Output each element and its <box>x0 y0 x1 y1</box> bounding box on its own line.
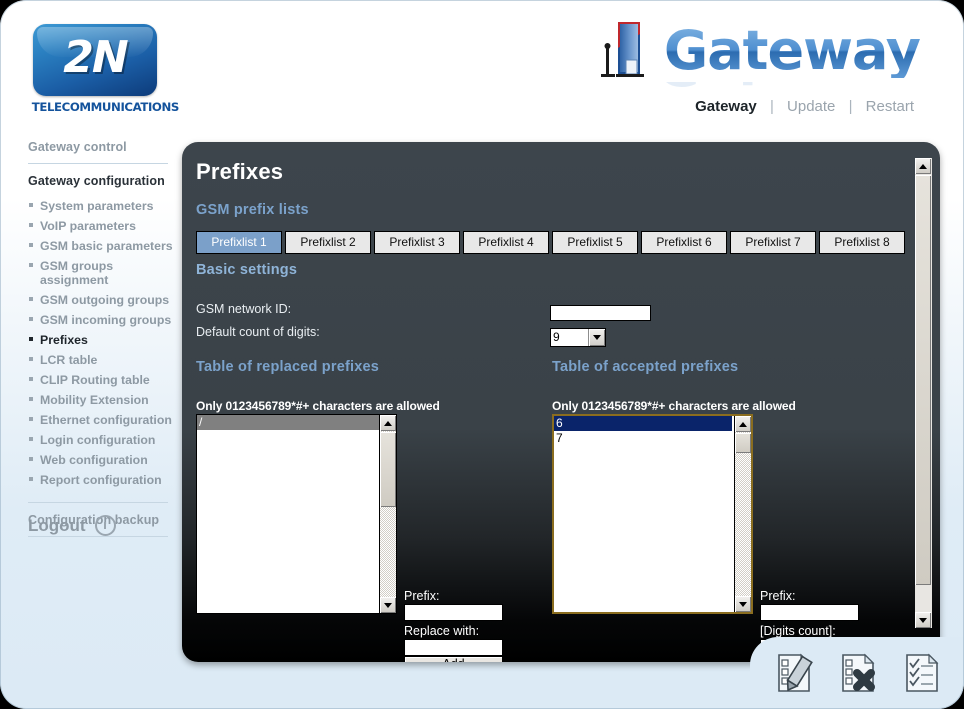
label-replaced-prefix: Prefix: <box>404 589 440 603</box>
default-count-of-digits-select[interactable]: 9 <box>550 328 606 347</box>
sidebar-item-gsm-outgoing-groups[interactable]: GSM outgoing groups <box>28 290 182 310</box>
tab-prefixlist-1[interactable]: Prefixlist 1 <box>196 231 282 254</box>
header-separator-2: | <box>848 98 853 115</box>
hint-replaced-allowed-chars: Only 0123456789*#+ characters are allowe… <box>196 399 440 413</box>
sidebar-group-gateway-configuration: Gateway configuration <box>28 174 165 188</box>
apply-checklist-icon[interactable] <box>899 651 943 695</box>
label-accepted-prefix: Prefix: <box>760 589 796 603</box>
sidebar-item-gsm-groups-assignment[interactable]: GSM groups assignment <box>28 256 136 290</box>
sidebar-item-report-configuration[interactable]: Report configuration <box>28 470 182 490</box>
product-brand: Gateway <box>596 18 921 84</box>
tab-prefixlist-6[interactable]: Prefixlist 6 <box>641 231 727 254</box>
gateway-tower-icon <box>596 18 654 84</box>
tab-prefixlist-3[interactable]: Prefixlist 3 <box>374 231 460 254</box>
accepted-listbox-scrollbar[interactable] <box>734 416 751 612</box>
sidebar-group-gateway-control[interactable]: Gateway control <box>28 140 182 154</box>
action-toolbar <box>750 637 964 709</box>
page-title: Prefixes <box>196 159 284 184</box>
sidebar-item-clip-routing-table[interactable]: CLIP Routing table <box>28 370 182 390</box>
tab-prefixlist-2[interactable]: Prefixlist 2 <box>285 231 371 254</box>
logo-subtitle: TELECOMMUNICATIONS <box>31 100 180 114</box>
replaced-prefixes-items: / <box>197 415 379 613</box>
gsm-network-id-input[interactable] <box>550 305 651 321</box>
sidebar-item-voip-parameters[interactable]: VoIP parameters <box>28 216 182 236</box>
replaced-listbox-scrollbar[interactable] <box>379 415 396 613</box>
header-link-update[interactable]: Update <box>781 98 841 115</box>
sidebar-divider-2 <box>28 502 168 503</box>
label-gsm-network-id: GSM network ID: <box>196 302 292 316</box>
section-title-gsm-prefix-lists: GSM prefix lists <box>196 202 309 218</box>
logo-text: 2N <box>63 32 128 83</box>
scroll-down-icon[interactable] <box>735 596 751 612</box>
sidebar-item-system-parameters[interactable]: System parameters <box>28 196 182 216</box>
header-separator-1: | <box>769 98 774 115</box>
logo-2n: 2N TELECOMMUNICATIONS <box>31 24 180 116</box>
power-icon <box>94 515 116 536</box>
logout-label: Logout <box>28 515 86 535</box>
accepted-prefix-input[interactable] <box>760 604 859 621</box>
chevron-down-icon[interactable] <box>588 329 605 346</box>
accepted-prefixes-items: 6 7 <box>554 416 732 612</box>
sidebar-item-gsm-incoming-groups[interactable]: GSM incoming groups <box>28 310 182 330</box>
product-name: Gateway <box>663 19 921 82</box>
sidebar-divider-1 <box>28 163 168 164</box>
sidebar-item-login-configuration[interactable]: Login configuration <box>28 430 182 450</box>
label-replace-with: Replace with: <box>404 624 480 638</box>
hint-accepted-allowed-chars: Only 0123456789*#+ characters are allowe… <box>552 399 796 413</box>
section-title-table-of-replaced-prefixes: Table of replaced prefixes <box>196 359 380 375</box>
scroll-up-icon[interactable] <box>380 415 396 431</box>
tab-prefixlist-5[interactable]: Prefixlist 5 <box>552 231 638 254</box>
list-item[interactable]: / <box>197 415 379 430</box>
replaced-prefix-input[interactable] <box>404 604 503 621</box>
prefixlist-tabs: Prefixlist 1 Prefixlist 2 Prefixlist 3 P… <box>196 231 908 254</box>
application-window: 2N TELECOMMUNICATIONS Gateway Gateway | … <box>0 0 964 709</box>
delete-document-icon[interactable] <box>835 651 879 695</box>
sidebar-item-ethernet-configuration[interactable]: Ethernet configuration <box>28 410 182 430</box>
scrollbar-thumb[interactable] <box>380 432 396 507</box>
main-panel: Prefixes GSM prefix lists Prefixlist 1 P… <box>182 142 940 662</box>
replace-with-input[interactable] <box>404 639 503 656</box>
sidebar-item-web-configuration[interactable]: Web configuration <box>28 450 182 470</box>
header-link-gateway[interactable]: Gateway <box>689 98 763 115</box>
sidebar: Gateway control Gateway configuration Sy… <box>0 140 182 700</box>
scrollbar-thumb[interactable] <box>735 433 751 453</box>
header-link-restart[interactable]: Restart <box>860 98 920 115</box>
sidebar-item-lcr-table[interactable]: LCR table <box>28 350 182 370</box>
logout-button[interactable]: Logout <box>28 515 116 536</box>
accepted-prefixes-listbox[interactable]: 6 7 <box>552 414 753 614</box>
sidebar-item-mobility-extension[interactable]: Mobility Extension <box>28 390 182 410</box>
replaced-add-button[interactable]: Add <box>404 656 503 662</box>
scroll-up-icon[interactable] <box>915 158 931 174</box>
replaced-prefixes-listbox[interactable]: / <box>196 414 397 614</box>
scroll-down-icon[interactable] <box>915 612 931 628</box>
label-digits-count: [Digits count]: <box>760 624 836 638</box>
section-title-table-of-accepted-prefixes: Table of accepted prefixes <box>552 359 739 375</box>
panel-scrollbar[interactable] <box>915 158 932 628</box>
label-default-count-of-digits: Default count of digits: <box>196 325 320 339</box>
scroll-up-icon[interactable] <box>735 416 751 432</box>
edit-document-icon[interactable] <box>771 651 815 695</box>
scrollbar-thumb[interactable] <box>915 175 931 585</box>
default-count-of-digits-value: 9 <box>553 330 560 344</box>
sidebar-item-prefixes[interactable]: Prefixes <box>28 330 182 350</box>
scroll-down-icon[interactable] <box>380 597 396 613</box>
tab-prefixlist-8[interactable]: Prefixlist 8 <box>819 231 905 254</box>
sidebar-divider-3 <box>28 536 168 537</box>
tab-prefixlist-4[interactable]: Prefixlist 4 <box>463 231 549 254</box>
list-item[interactable]: 7 <box>554 431 732 446</box>
sidebar-item-gsm-basic-parameters[interactable]: GSM basic parameters <box>28 236 182 256</box>
tab-prefixlist-7[interactable]: Prefixlist 7 <box>730 231 816 254</box>
section-title-basic-settings: Basic settings <box>196 262 298 278</box>
logo-badge: 2N <box>33 24 157 96</box>
list-item[interactable]: 6 <box>554 416 732 431</box>
header-nav: Gateway | Update | Restart <box>689 98 920 115</box>
